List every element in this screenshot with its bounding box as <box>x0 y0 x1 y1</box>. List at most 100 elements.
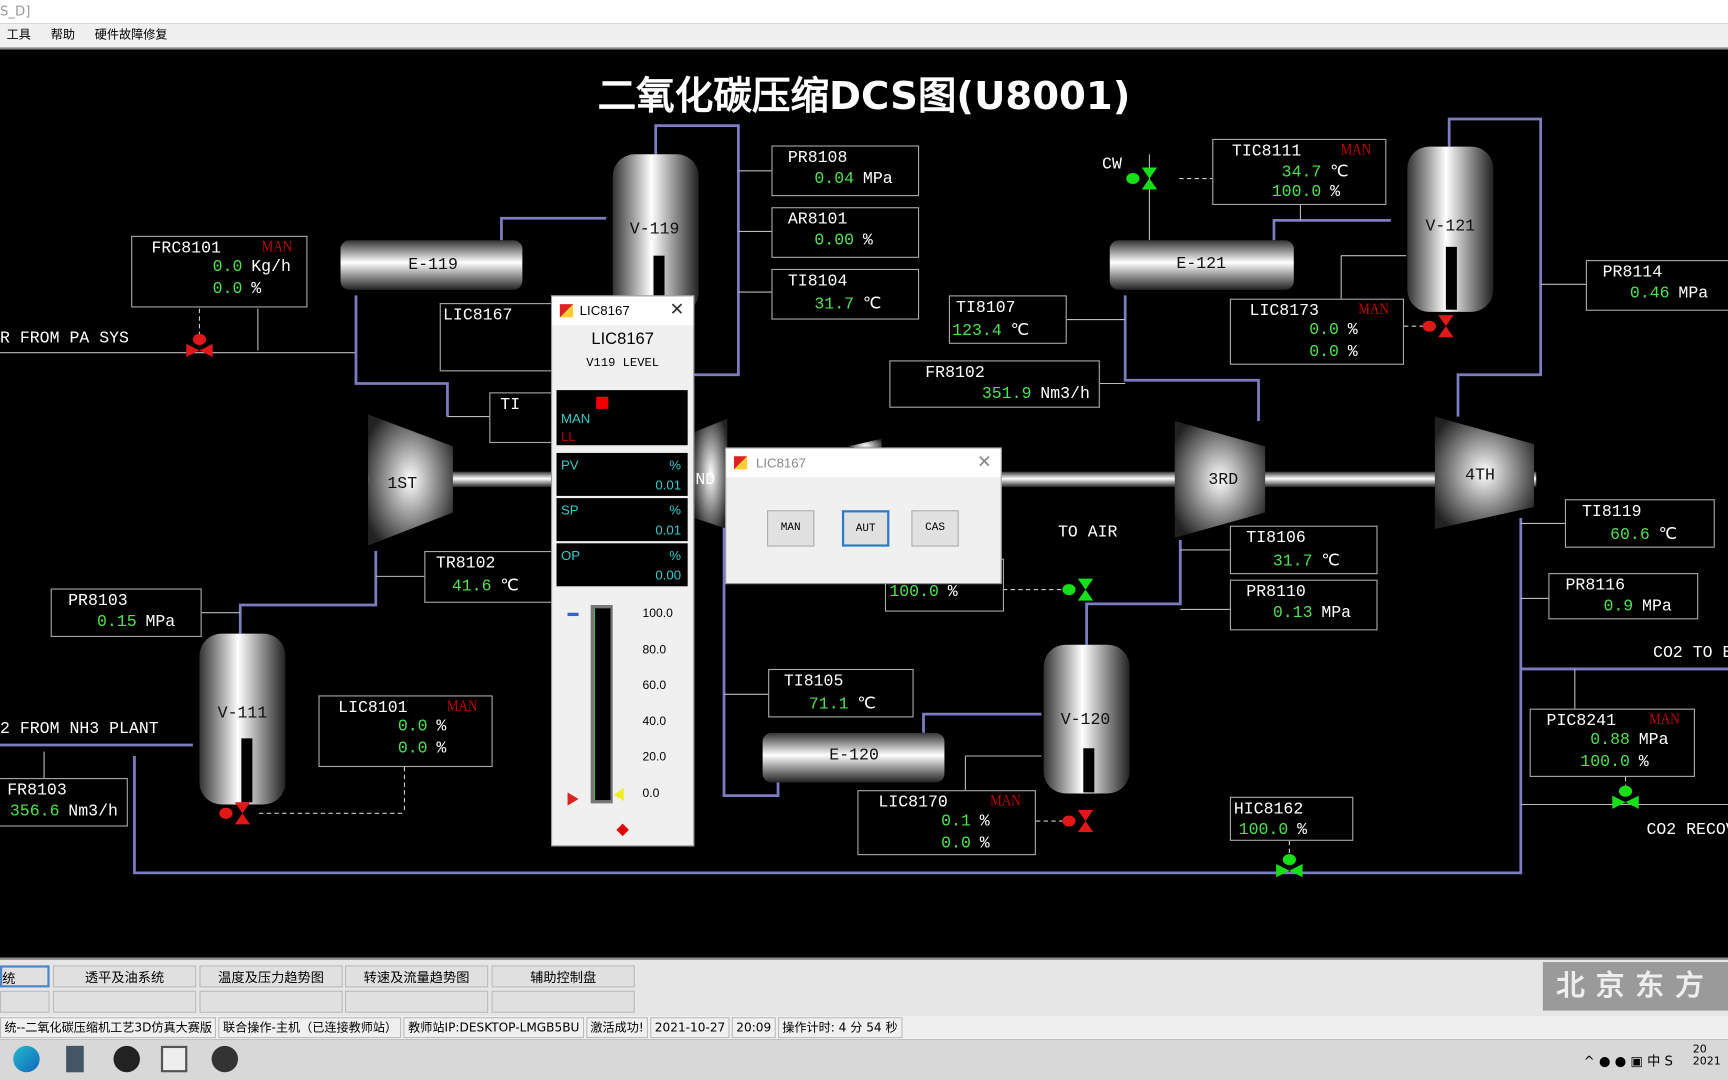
label-co2-to: CO2 TO B <box>1653 643 1728 663</box>
menu-hardware-repair[interactable]: 硬件故障修复 <box>95 28 168 42</box>
simulator-icon[interactable] <box>211 1045 239 1073</box>
empty-tab[interactable] <box>199 990 343 1013</box>
tag-lic8167[interactable]: LIC8167 <box>439 303 561 372</box>
alarm-text: LL <box>560 428 576 445</box>
tag-ti8105[interactable]: TI8105 71.1 ℃ <box>768 668 914 718</box>
tag-tic8111[interactable]: TIC8111 MAN 34.7 ℃ 100.0% <box>1212 138 1387 205</box>
control-valve-icon[interactable] <box>219 802 251 825</box>
tag-tr8102[interactable]: TR8102 41.6 ℃ <box>424 551 557 603</box>
op-value[interactable]: 0.00 <box>655 568 681 583</box>
tag-name: PR8103 <box>68 591 128 611</box>
tag-hic8162[interactable]: HIC8162 100.0% <box>1229 796 1354 841</box>
tag-pic8241[interactable]: PIC8241 MAN 0.88 MPa 100.0% <box>1529 708 1695 777</box>
control-valve-icon[interactable] <box>1062 809 1094 833</box>
tag-reading: 0.0% <box>941 834 1026 853</box>
pv-pointer <box>567 792 586 806</box>
tag-pr8114[interactable]: PR8114 0.46 MPa <box>1585 260 1728 311</box>
tag-ti[interactable]: TI <box>489 392 556 444</box>
empty-tab[interactable] <box>0 990 50 1013</box>
empty-tab[interactable] <box>491 990 635 1013</box>
mode-select-dialog: LIC8167 ✕ MAN AUT CAS <box>725 447 1002 585</box>
mode-indicator: MAN <box>262 239 293 256</box>
obs-icon[interactable] <box>113 1045 140 1073</box>
tag-reading: 0.46 MPa <box>1630 284 1725 303</box>
company-logo: 北京东方 <box>1542 962 1728 1011</box>
label-v120: V-120 <box>1060 710 1111 730</box>
mode-panel: MAN LL <box>556 390 688 446</box>
control-valve-icon[interactable] <box>1612 785 1639 809</box>
tag-value: 0.88 <box>1590 730 1630 750</box>
tag-frc8101[interactable]: FRC8101 MAN 0.0 Kg/h 0.0% <box>131 235 308 308</box>
tag-value: 31.7 <box>1272 552 1313 571</box>
tag-lic8173[interactable]: LIC8173 MAN 0.0% 0.0% <box>1229 298 1404 365</box>
status-teacher-ip: 教师站IP:DESKTOP-LMGB5BU <box>403 1017 584 1039</box>
tag-reading: 31.7 ℃ <box>1273 550 1368 571</box>
app-window-icon[interactable] <box>160 1045 188 1073</box>
tag-value: 356.6 <box>9 802 60 822</box>
tag-value: 0.0 <box>397 739 428 759</box>
close-icon[interactable]: ✕ <box>670 296 685 325</box>
tag-unit: Kg/h <box>251 257 291 277</box>
tag-ti8107[interactable]: TI8107 123.4 ℃ <box>948 295 1067 344</box>
op-panel[interactable]: OP% 0.00 <box>556 543 688 587</box>
label-3rd: 3RD <box>1208 470 1239 490</box>
control-valve-icon[interactable] <box>1062 578 1094 601</box>
window-icon <box>559 304 574 318</box>
sp-pointer[interactable] <box>607 787 624 802</box>
cas-button[interactable]: CAS <box>911 510 959 547</box>
taskbar: ^ ● ● ▣ 中 S 20 2021 <box>0 1039 1728 1080</box>
close-icon[interactable]: ✕ <box>977 449 992 478</box>
tray-icons[interactable]: ^ ● ● ▣ 中 S <box>1584 1051 1673 1070</box>
tab-speed-flow-trend[interactable]: 转速及流量趋势图 <box>344 965 489 988</box>
status-time: 20:09 <box>731 1017 776 1039</box>
sp-panel[interactable]: SP% 0.01 <box>556 498 688 542</box>
tag-lic8170[interactable]: LIC8170 MAN 0.1% 0.0% <box>857 790 1036 856</box>
tag-pr8108[interactable]: PR8108 0.04 MPa <box>771 145 920 197</box>
edge-icon[interactable] <box>13 1045 40 1073</box>
tag-ti8104[interactable]: TI8104 31.7 ℃ <box>771 268 920 320</box>
tag-reading: 0.04 MPa <box>814 170 909 189</box>
taskbar-clock[interactable]: 20 2021 <box>1693 1044 1726 1068</box>
tag-reading: 0.0 Kg/h <box>213 258 298 277</box>
tag-pr8116[interactable]: PR8116 0.9 MPa <box>1548 573 1699 620</box>
label-cw: CW <box>1102 155 1122 175</box>
status-app: 统--二氧化碳压缩机工艺3D仿真大赛版 <box>0 1017 217 1039</box>
tag-ti8106[interactable]: TI8106 31.7 ℃ <box>1229 525 1378 575</box>
label-1st: 1ST <box>387 474 418 494</box>
dialog-titlebar[interactable]: LIC8167 ✕ <box>726 448 1001 478</box>
tab-turbine-oil[interactable]: 透平及油系统 <box>52 965 197 988</box>
menu-help[interactable]: 帮助 <box>51 28 75 42</box>
tag-fr8103[interactable]: FR8103 356.6 Nm3/h <box>0 778 128 827</box>
tag-lic8101[interactable]: LIC8101 MAN 0.0% 0.0% <box>318 695 493 768</box>
tag-name: TI8106 <box>1246 528 1306 548</box>
empty-tab[interactable] <box>344 990 489 1013</box>
empty-tab[interactable] <box>52 990 197 1013</box>
tag-reading: 31.7 ℃ <box>814 293 909 314</box>
tag-pr8110[interactable]: PR8110 0.13 MPa <box>1229 579 1378 631</box>
control-valve-icon[interactable] <box>1126 167 1158 190</box>
tag-unit: ℃ <box>1658 525 1678 545</box>
tag-pr8103[interactable]: PR8103 0.15 MPa <box>50 588 202 637</box>
tab-system[interactable]: 统 <box>0 965 50 988</box>
man-button[interactable]: MAN <box>767 510 815 547</box>
tag-reading: 71.1 ℃ <box>809 693 904 714</box>
tag-unit: ℃ <box>500 577 519 597</box>
control-valve-icon[interactable] <box>186 333 213 358</box>
tab-temp-pressure-trend[interactable]: 温度及压力趋势图 <box>199 965 343 988</box>
faceplate-titlebar[interactable]: LIC8167 ✕ <box>552 296 694 326</box>
tag-fr8102[interactable]: FR8102 351.9 Nm3/h <box>889 360 1100 408</box>
tag-value: 0.04 <box>814 169 855 189</box>
sp-value[interactable]: 0.01 <box>655 522 681 537</box>
tag-ti8119[interactable]: TI8119 60.6 ℃ <box>1564 499 1715 548</box>
control-valve-icon[interactable] <box>1422 315 1454 338</box>
tag-unit: % <box>436 717 447 737</box>
pv-label: PV <box>560 457 579 473</box>
aut-button[interactable]: AUT <box>841 510 890 547</box>
label-v111: V-111 <box>217 704 268 723</box>
tag-name: TI8105 <box>783 672 844 691</box>
tag-ar8101[interactable]: AR8101 0.00% <box>771 207 920 258</box>
calculator-icon[interactable] <box>66 1045 84 1073</box>
tag-unit: % <box>1330 182 1341 202</box>
tab-aux-panel[interactable]: 辅助控制盘 <box>491 965 635 988</box>
menu-tools[interactable]: 工具 <box>7 28 31 42</box>
